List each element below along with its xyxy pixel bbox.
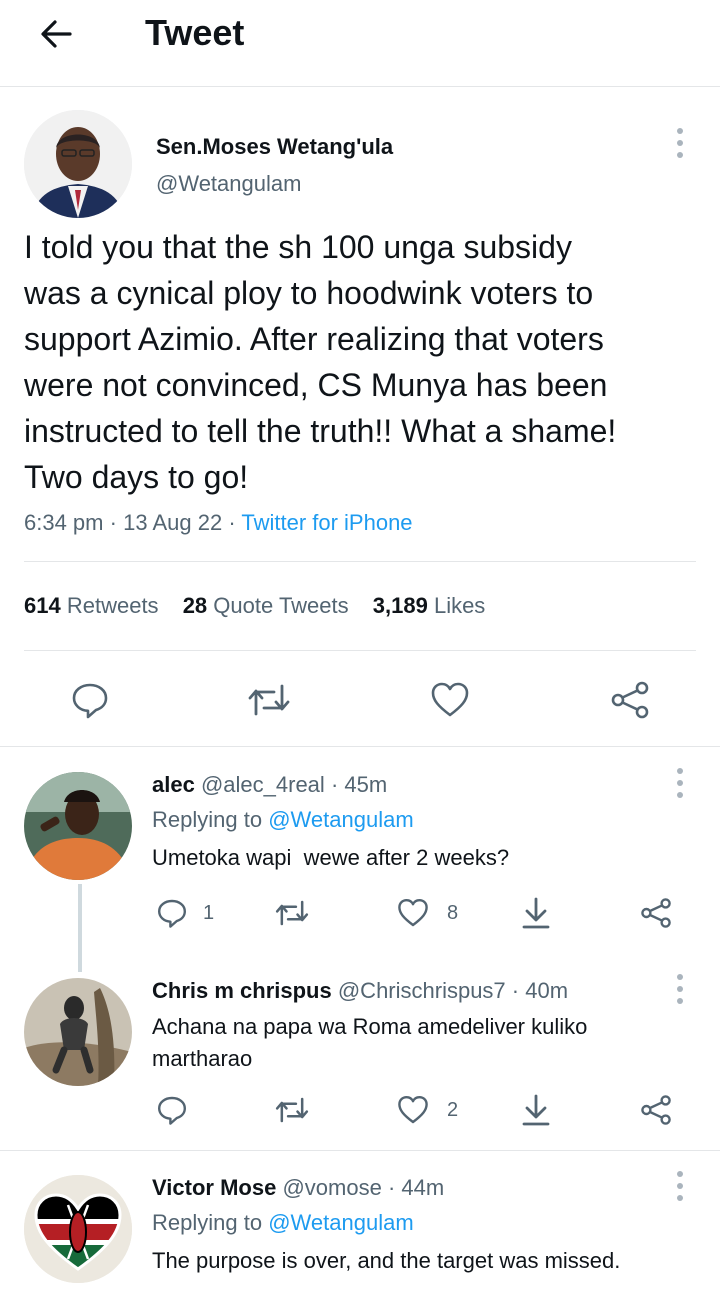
like-count: 8 bbox=[447, 902, 459, 924]
header-divider bbox=[0, 86, 720, 87]
quotes-count: 28 bbox=[182, 593, 208, 618]
back-arrow-icon[interactable] bbox=[36, 14, 76, 54]
tweet-meta: 6:34 pm · 13 Aug 22 · Twitter for iPhone bbox=[24, 510, 413, 536]
reply-header: Victor Mose @vomose · 44m bbox=[152, 1175, 444, 1201]
replying-to-link[interactable]: @Wetangulam bbox=[268, 1210, 413, 1235]
download-icon[interactable] bbox=[520, 1093, 552, 1127]
reply-icon[interactable] bbox=[70, 680, 110, 720]
replying-prefix: Replying to bbox=[152, 1210, 263, 1235]
more-vertical-icon[interactable] bbox=[674, 1171, 686, 1201]
heart-icon[interactable] bbox=[397, 897, 429, 929]
quotes-label: Quote Tweets bbox=[213, 593, 349, 618]
reply-text: Achana na papa wa Roma amedeliver kuliko… bbox=[152, 1011, 587, 1075]
avatar[interactable] bbox=[24, 772, 132, 880]
tweet-date[interactable]: 13 Aug 22 bbox=[123, 510, 222, 535]
page-title: Tweet bbox=[145, 12, 245, 53]
reply-text: Umetoka wapi wewe after 2 weeks? bbox=[152, 845, 510, 870]
reply-text-line: Achana na papa wa Roma amedeliver kuliko bbox=[152, 1014, 588, 1039]
reply-separator: · bbox=[330, 772, 339, 797]
meta-separator: · bbox=[109, 510, 117, 535]
retweet-icon[interactable] bbox=[274, 1094, 310, 1126]
reply-author-name[interactable]: alec bbox=[152, 772, 195, 797]
author-handle[interactable]: @Wetangulam bbox=[156, 171, 301, 197]
heart-icon[interactable] bbox=[397, 1094, 429, 1126]
meta-separator: · bbox=[228, 510, 236, 535]
reply-age[interactable]: 45m bbox=[344, 772, 387, 797]
replying-prefix: Replying to bbox=[152, 807, 263, 832]
reply-author-handle[interactable]: @Chrischrispus7 bbox=[338, 978, 506, 1003]
replying-to: Replying to @Wetangulam bbox=[152, 807, 414, 833]
reply-separator: · bbox=[511, 978, 520, 1003]
likes-count: 3,189 bbox=[372, 593, 428, 618]
reply-header: alec @alec_4real · 45m bbox=[152, 772, 387, 798]
tweet-text-line: were not convinced, CS Munya has been bbox=[24, 367, 608, 403]
tweet-text-line: support Azimio. After realizing that vot… bbox=[24, 321, 604, 357]
tweet-text-line: instructed to tell the truth!! What a sh… bbox=[24, 413, 617, 449]
reply-icon[interactable] bbox=[156, 897, 188, 929]
likes-stat[interactable]: 3,189 Likes bbox=[373, 593, 486, 618]
reply-header: Chris m chrispus @Chrischrispus7 · 40m bbox=[152, 978, 568, 1004]
more-vertical-icon[interactable] bbox=[674, 128, 686, 158]
like-count: 2 bbox=[447, 1099, 459, 1121]
reply-divider bbox=[0, 1150, 720, 1151]
replying-to: Replying to @Wetangulam bbox=[152, 1210, 414, 1236]
retweet-icon[interactable] bbox=[274, 897, 310, 929]
avatar[interactable] bbox=[24, 1175, 132, 1283]
stats-divider-top bbox=[24, 561, 696, 562]
reply-age[interactable]: 44m bbox=[401, 1175, 444, 1200]
tweet-text-line: I told you that the sh 100 unga subsidy bbox=[24, 229, 572, 265]
author-name[interactable]: Sen.Moses Wetang'ula bbox=[156, 134, 393, 160]
avatar[interactable] bbox=[24, 978, 132, 1086]
retweets-count: 614 bbox=[24, 593, 61, 618]
reply-author-name[interactable]: Victor Mose bbox=[152, 1175, 276, 1200]
reply-text-line: martharao bbox=[152, 1046, 253, 1071]
tweet-text: I told you that the sh 100 unga subsidy … bbox=[24, 224, 714, 500]
reply-icon[interactable] bbox=[156, 1094, 188, 1126]
share-icon[interactable] bbox=[638, 897, 674, 929]
reply-separator: · bbox=[387, 1175, 396, 1200]
stats-divider-bottom bbox=[24, 650, 696, 651]
reply-author-handle[interactable]: @vomose bbox=[282, 1175, 381, 1200]
tweet-text-line: Two days to go! bbox=[24, 459, 249, 495]
thread-line bbox=[78, 884, 82, 972]
download-icon[interactable] bbox=[520, 896, 552, 930]
more-vertical-icon[interactable] bbox=[674, 768, 686, 798]
tweet-source-link[interactable]: Twitter for iPhone bbox=[241, 510, 412, 535]
reply-author-handle[interactable]: @alec_4real bbox=[201, 772, 325, 797]
quotes-stat[interactable]: 28 Quote Tweets bbox=[183, 593, 355, 618]
tweet-text-line: was a cynical ploy to hoodwink voters to bbox=[24, 275, 594, 311]
retweets-label: Retweets bbox=[66, 593, 159, 618]
retweets-stat[interactable]: 614 Retweets bbox=[24, 593, 165, 618]
more-vertical-icon[interactable] bbox=[674, 974, 686, 1004]
retweet-icon[interactable] bbox=[246, 680, 292, 720]
main-tweet-divider bbox=[0, 746, 720, 747]
likes-label: Likes bbox=[433, 593, 486, 618]
heart-icon[interactable] bbox=[430, 680, 470, 720]
share-icon[interactable] bbox=[638, 1094, 674, 1126]
reply-count: 1 bbox=[203, 902, 215, 924]
reply-age[interactable]: 40m bbox=[525, 978, 568, 1003]
tweet-time[interactable]: 6:34 pm bbox=[24, 510, 104, 535]
share-icon[interactable] bbox=[608, 680, 652, 720]
reply-text: The purpose is over, and the target was … bbox=[152, 1248, 621, 1273]
avatar[interactable] bbox=[24, 110, 132, 218]
tweet-stats: 614 Retweets 28 Quote Tweets 3,189 Likes bbox=[24, 593, 485, 619]
reply-author-name[interactable]: Chris m chrispus bbox=[152, 978, 332, 1003]
replying-to-link[interactable]: @Wetangulam bbox=[268, 807, 413, 832]
